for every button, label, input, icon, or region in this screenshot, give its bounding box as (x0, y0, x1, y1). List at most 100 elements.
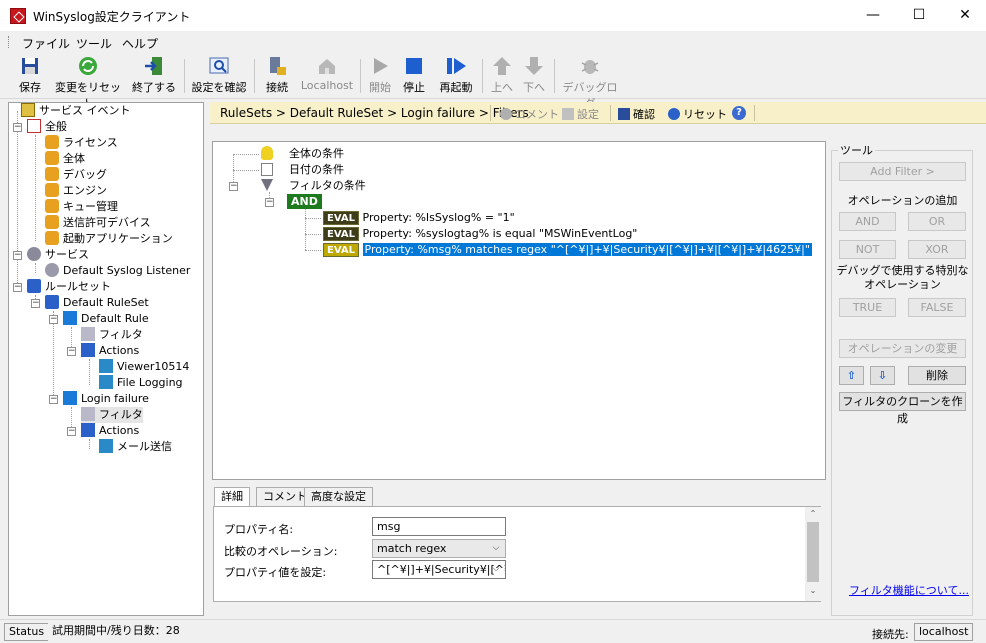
window-title: WinSyslog設定クライアント (33, 10, 191, 24)
global-conditions-node[interactable]: 全体の条件 (261, 146, 344, 162)
filter-row-selected[interactable]: EVAL Property: %msg% matches regex "^[^¥… (323, 242, 812, 258)
collapse-toggle[interactable]: − (67, 347, 76, 356)
tree-item-rulesets[interactable]: ルールセット (27, 279, 111, 295)
settings-icon (562, 108, 574, 120)
collapse-toggle[interactable]: − (13, 123, 22, 132)
tree-item-overall[interactable]: 全体 (45, 151, 85, 167)
or-button[interactable]: OR (908, 212, 966, 231)
move-up-arrow-button[interactable]: ⇧ (839, 366, 864, 385)
false-button[interactable]: FALSE (908, 298, 966, 317)
actions-icon (81, 423, 95, 437)
connect-button[interactable]: 接続 (260, 55, 294, 97)
property-value-combo[interactable]: ^[^¥|]+¥|Security¥|[^¥| ⌵ (372, 560, 506, 579)
filter-conditions-node[interactable]: フィルタの条件 (261, 178, 366, 194)
tree-item-allowed-devices[interactable]: 送信許可デバイス (45, 215, 151, 231)
tree-item-default-ruleset[interactable]: Default RuleSet (45, 295, 149, 311)
actions-icon (81, 343, 95, 357)
comment-label: コメント (515, 108, 559, 121)
localhost-button[interactable]: Localhost (298, 55, 356, 97)
menu-file[interactable]: ファイル (22, 35, 70, 52)
tab-advanced[interactable]: 高度な設定 (304, 487, 373, 507)
tree-label: サービス イベント (39, 104, 131, 117)
confirm-settings-button[interactable]: 設定を確認 (188, 55, 250, 97)
clone-filter-button[interactable]: フィルタのクローンを作成 (839, 392, 966, 425)
scroll-down-icon[interactable]: ⌄ (807, 586, 819, 596)
minimize-button[interactable]: — (850, 0, 896, 31)
restart-button[interactable]: 再起動 (434, 55, 478, 97)
exit-button[interactable]: 終了する (128, 55, 180, 97)
tree-item-default-rule[interactable]: Default Rule (63, 311, 149, 327)
move-down-button[interactable]: 下へ (520, 55, 548, 97)
scroll-up-icon[interactable]: ⌃ (807, 509, 819, 519)
filter-row[interactable]: EVAL Property: %IsSyslog% = "1" (323, 210, 515, 226)
stop-icon (406, 58, 422, 74)
tree-item-startup-apps[interactable]: 起動アプリケーション (45, 231, 173, 247)
delete-button[interactable]: 削除 (908, 366, 966, 385)
tree-item-login-failure[interactable]: Login failure (63, 391, 149, 407)
settings-button[interactable]: 設定 (562, 106, 599, 122)
true-button[interactable]: TRUE (839, 298, 896, 317)
move-up-button[interactable]: 上へ (488, 55, 516, 97)
reset-changes-button[interactable]: 変更をリセット (50, 55, 126, 110)
and-operator-node[interactable]: AND (287, 194, 322, 210)
tree-guide (35, 263, 36, 273)
xor-button[interactable]: XOR (908, 240, 966, 259)
tree-item-debug[interactable]: デバッグ (45, 167, 107, 183)
menu-tools[interactable]: ツール (76, 35, 112, 52)
tree-item-viewer[interactable]: Viewer10514 (99, 359, 189, 375)
tree-label: ライセンス (63, 136, 118, 149)
stop-button[interactable]: 停止 (398, 55, 430, 97)
filter-row[interactable]: EVAL Property: %syslogtag% is equal "MSW… (323, 226, 637, 242)
close-button[interactable]: ✕ (942, 0, 986, 31)
debug-log-button[interactable]: デバッグログ (560, 55, 620, 110)
help-icon[interactable]: ? (732, 106, 746, 120)
property-value-label: プロパティ値を設定: (224, 566, 327, 579)
confirm-button[interactable]: 確認 (618, 106, 655, 122)
reset-label: リセット (683, 108, 727, 121)
start-button[interactable]: 開始 (364, 55, 396, 97)
collapse-toggle[interactable]: − (49, 395, 58, 404)
tree-item-service-event[interactable]: サービス イベント (21, 103, 131, 119)
save-button[interactable]: 保存 (10, 55, 50, 97)
property-name-field[interactable]: msg (372, 517, 506, 536)
change-operation-button[interactable]: オペレーションの変更 (839, 339, 966, 358)
comment-button[interactable]: コメント (500, 106, 559, 122)
date-conditions-node[interactable]: 日付の条件 (261, 162, 344, 178)
tree-item-license[interactable]: ライセンス (45, 135, 118, 151)
node-label: 日付の条件 (289, 163, 344, 176)
tree-label: File Logging (117, 376, 183, 389)
tree-item-engine[interactable]: エンジン (45, 183, 107, 199)
tree-item-actions-default[interactable]: Actions (81, 343, 139, 359)
tree-item-actions-login[interactable]: Actions (81, 423, 139, 439)
collapse-toggle[interactable]: − (13, 283, 22, 292)
maximize-button[interactable]: ☐ (896, 0, 942, 31)
reset-button[interactable]: リセット (668, 106, 727, 122)
tree-item-general[interactable]: 全般 (27, 119, 67, 135)
filter-help-link[interactable]: フィルタ機能について... (849, 582, 969, 598)
collapse-toggle[interactable]: − (265, 198, 274, 207)
rule-cube-icon (63, 311, 77, 325)
compare-operation-select[interactable]: match regex ⌵ (372, 539, 506, 558)
collapse-toggle[interactable]: − (31, 299, 40, 308)
title-bar: WinSyslog設定クライアント — ☐ ✕ (0, 0, 986, 31)
add-filter-button[interactable]: Add Filter > (839, 162, 966, 181)
collapse-toggle[interactable]: − (67, 427, 76, 436)
scrollbar-thumb[interactable] (807, 522, 819, 582)
and-button[interactable]: AND (839, 212, 896, 231)
tree-item-filter-default[interactable]: フィルタ (81, 327, 143, 343)
tab-details[interactable]: 詳細 (214, 487, 250, 507)
tree-item-services[interactable]: サービス (27, 247, 89, 263)
tree-item-filter-login-selected[interactable]: フィルタ (81, 407, 143, 423)
tree-item-file-logging[interactable]: File Logging (99, 375, 183, 391)
not-button[interactable]: NOT (839, 240, 896, 259)
collapse-toggle[interactable]: − (49, 315, 58, 324)
menu-help[interactable]: ヘルプ (122, 35, 158, 52)
navigation-tree[interactable]: サービス イベント − 全般 ライセンス 全体 デバッグ エンジン キュー管理 … (8, 102, 204, 616)
tree-item-queue[interactable]: キュー管理 (45, 199, 118, 215)
tree-item-default-listener[interactable]: Default Syslog Listener (45, 263, 190, 279)
collapse-toggle[interactable]: − (229, 182, 238, 191)
move-down-arrow-button[interactable]: ⇩ (870, 366, 895, 385)
filter-tree-view[interactable]: 全体の条件 日付の条件 − フィルタの条件 − AND EVAL Propert… (212, 141, 826, 480)
tree-item-mail-send[interactable]: メール送信 (99, 439, 172, 455)
collapse-toggle[interactable]: − (13, 251, 22, 260)
